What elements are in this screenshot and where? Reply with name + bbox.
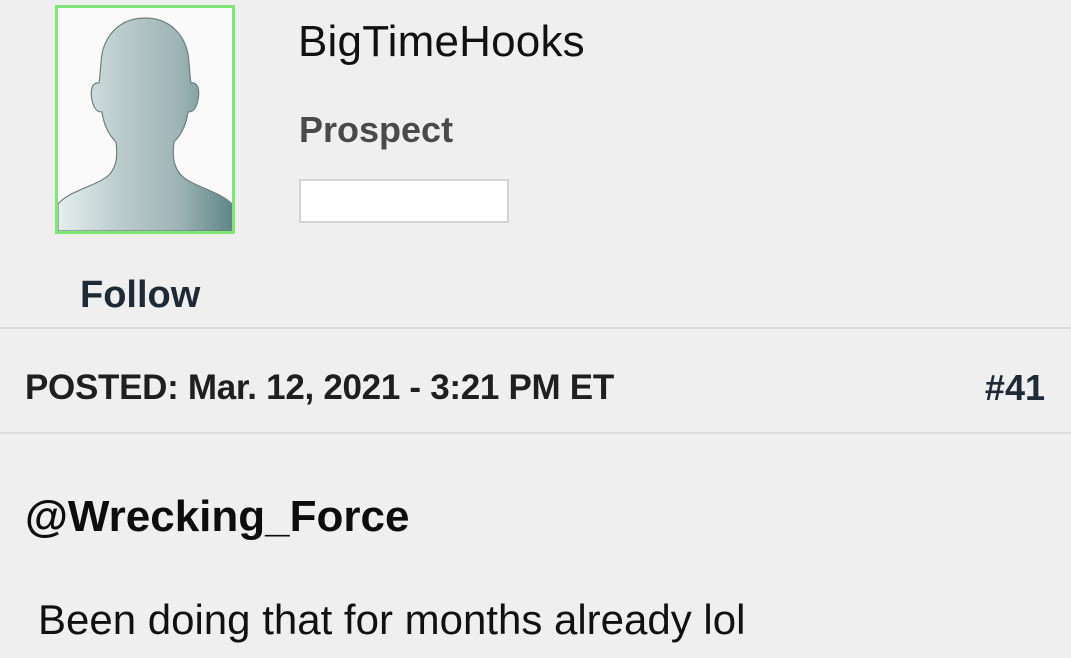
follow-button[interactable]: Follow xyxy=(80,272,200,318)
username[interactable]: BigTimeHooks xyxy=(298,16,585,68)
avatar[interactable] xyxy=(55,5,235,234)
user-mention-link[interactable]: @Wrecking_Force xyxy=(25,491,409,543)
user-rank: Prospect xyxy=(299,109,454,150)
post-body-text: Been doing that for months already lol xyxy=(38,596,746,643)
rank-progress-bar xyxy=(299,179,509,223)
user-profile-panel: BigTimeHooks Prospect Follow xyxy=(0,0,1071,328)
post-number-link[interactable]: #41 xyxy=(985,366,1045,410)
divider xyxy=(0,432,1071,434)
post-timestamp: POSTED: Mar. 12, 2021 - 3:21 PM ET xyxy=(25,368,614,407)
divider xyxy=(0,327,1071,329)
default-silhouette-icon xyxy=(58,8,232,231)
